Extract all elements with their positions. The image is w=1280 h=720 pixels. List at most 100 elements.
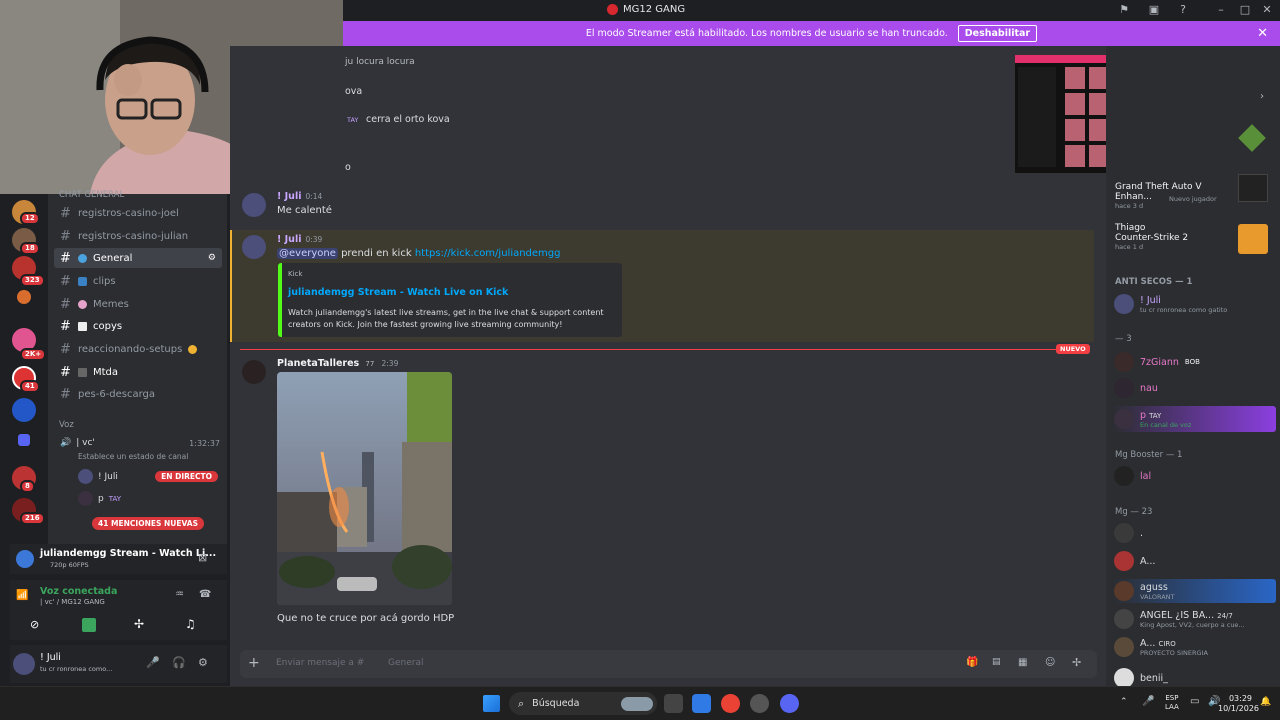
activity-card[interactable]: Thiago Counter-Strike 2 hace 1 d — [1115, 223, 1235, 251]
member-item[interactable]: A... CIRO PROYECTO SINERGIA — [1114, 637, 1274, 657]
avatar[interactable] — [13, 653, 35, 675]
disconnect-icon[interactable]: ☎ — [199, 589, 211, 600]
screen-share-icon[interactable] — [82, 618, 96, 632]
everyone-mention[interactable]: @everyone — [277, 248, 338, 259]
member-item[interactable]: lal — [1114, 466, 1274, 486]
message-author[interactable]: ! Juli — [277, 234, 301, 245]
user-settings-icon[interactable]: ⚙ — [198, 656, 208, 669]
server-icon[interactable] — [17, 290, 31, 304]
gif-icon[interactable]: ▤ — [992, 657, 1001, 667]
avatar — [1114, 409, 1134, 429]
message-link[interactable]: https://kick.com/juliandemgg — [415, 248, 561, 259]
voice-channel-status[interactable]: Establece un estado de canal — [78, 452, 188, 461]
avatar — [1114, 378, 1134, 398]
close-window-icon[interactable]: ✕ — [1260, 3, 1274, 17]
channel-clips[interactable]: # clips — [54, 271, 222, 291]
category-voice[interactable]: Voz — [59, 420, 74, 430]
screen-icon[interactable]: ▣ — [1147, 3, 1161, 17]
message-author[interactable]: PlanetaTalleres — [277, 358, 359, 369]
channel-pes-6-descarga[interactable]: # pes-6-descarga — [54, 384, 222, 404]
channel-reaccionando-setups[interactable]: # reaccionando-setups — [54, 339, 222, 359]
soundboard-icon[interactable]: ♫ — [185, 617, 196, 631]
microphone-icon[interactable]: 🎤 — [146, 656, 160, 669]
settings-icon[interactable]: ⚙ — [208, 253, 216, 263]
task-view-icon[interactable] — [664, 694, 683, 713]
add-attachment-icon[interactable]: + — [248, 655, 260, 671]
discord-icon[interactable] — [780, 694, 799, 713]
chevron-up-icon[interactable]: ⌃ — [1120, 697, 1128, 707]
sticker-icon[interactable]: ▦ — [1018, 657, 1027, 668]
channel-mtda[interactable]: # Mtda — [54, 362, 222, 382]
apps-icon[interactable]: ✢ — [1072, 656, 1081, 669]
notifications-icon[interactable]: 🔔 — [1260, 697, 1271, 707]
member-item[interactable]: nau — [1114, 378, 1274, 398]
minimize-icon[interactable]: – — [1214, 3, 1228, 17]
image-attachment[interactable] — [277, 372, 452, 605]
activity-card[interactable]: Grand Theft Auto V Enhan... hace 3 d Nue… — [1115, 182, 1235, 210]
help-icon[interactable]: ? — [1176, 3, 1190, 17]
member-item[interactable]: aguss VALORANT — [1112, 579, 1276, 603]
emoji-icon[interactable]: ☺ — [1045, 657, 1055, 668]
server-badge: 8 — [20, 480, 35, 493]
avatar[interactable] — [242, 360, 266, 384]
microphone-icon[interactable]: 🎤 — [1142, 696, 1154, 707]
server-logo-icon — [607, 4, 618, 15]
server-badge: 12 — [20, 212, 40, 225]
app-icon[interactable] — [750, 694, 769, 713]
language-indicator[interactable]: ESP LAA — [1165, 694, 1179, 712]
avatar[interactable] — [242, 235, 266, 259]
taskbar-search[interactable]: ⌕ Búsqueda — [509, 692, 657, 715]
server-icon[interactable] — [18, 434, 30, 446]
voice-user[interactable]: p TAY — [78, 491, 121, 506]
category-chat-general[interactable]: CHAT GENERAL — [59, 190, 124, 200]
gift-icon[interactable]: 🎁 — [966, 657, 978, 668]
voice-user[interactable]: ! Juli EN DIRECTO — [78, 469, 218, 484]
reply-preview[interactable]: ju locura locura — [345, 57, 415, 67]
avatar[interactable] — [242, 193, 266, 217]
embed-title-link[interactable]: juliandemgg Stream - Watch Live on Kick — [288, 287, 508, 298]
avatar — [1114, 581, 1134, 601]
member-item[interactable]: A... — [1114, 551, 1274, 571]
new-mentions-pill[interactable]: 41 MENCIONES NUEVAS — [92, 517, 204, 530]
member-item[interactable]: . — [1114, 523, 1274, 543]
channel-memes[interactable]: # Memes — [54, 294, 222, 314]
member-item[interactable]: ANGEL ¿IS BA... 24/7 King Apost, VV2, cue… — [1114, 609, 1274, 629]
inbox-icon[interactable]: ⚑ — [1117, 3, 1131, 17]
message-text: o — [345, 162, 351, 173]
chrome-icon[interactable] — [721, 694, 740, 713]
headphones-icon[interactable]: 🎧 — [172, 656, 186, 669]
avatar — [78, 491, 93, 506]
message-composer[interactable]: + Enviar mensaje a # General 🎁 ▤ ▦ ☺ ✢ — [240, 650, 1097, 678]
member-item[interactable]: ! Juli tu cr ronronea como gatito — [1114, 294, 1274, 314]
network-icon[interactable]: ▭ — [1190, 696, 1199, 707]
member-group-label: Mg — 23 — [1115, 507, 1153, 517]
maximize-icon[interactable]: □ — [1238, 3, 1252, 17]
windows-start-icon[interactable] — [483, 695, 500, 712]
close-banner-icon[interactable]: ✕ — [1257, 26, 1268, 41]
chevron-right-icon[interactable]: › — [1260, 91, 1264, 102]
channel-registros-casino-joel[interactable]: # registros-casino-joel — [54, 203, 222, 223]
voice-channel[interactable]: 🔊 | vc' 1:32:37 — [60, 438, 220, 448]
chrome-icon — [16, 550, 34, 568]
member-item[interactable]: benii_ — [1114, 668, 1274, 688]
clock[interactable]: 03:29 10/1/2026 — [1218, 694, 1259, 714]
channel-copys[interactable]: # copys — [54, 316, 222, 336]
message-author[interactable]: ! Juli — [277, 191, 301, 202]
stop-stream-icon[interactable]: ⊠ — [198, 551, 207, 564]
member-item[interactable]: 7zGiann BOB — [1114, 352, 1274, 372]
server-icon[interactable] — [12, 398, 36, 422]
camera-off-icon[interactable]: ⊘ — [30, 618, 44, 632]
message-text: @everyone prendi en kick https://kick.co… — [277, 248, 561, 259]
server-badge: 216 — [20, 512, 45, 525]
message-text: Me calenté — [277, 205, 332, 216]
app-icon[interactable] — [692, 694, 711, 713]
channel-registros-casino-julian[interactable]: # registros-casino-julian — [54, 226, 222, 246]
channel-general[interactable]: # General ⚙ — [54, 248, 222, 268]
search-icon: ⌕ — [518, 696, 525, 710]
noise-suppression-icon[interactable]: ♒ — [175, 589, 184, 600]
message-text: ova — [345, 86, 363, 97]
disable-streamer-button[interactable]: Deshabilitar — [957, 25, 1038, 42]
member-item[interactable]: p TAY En canal de voz — [1112, 406, 1276, 432]
activities-icon[interactable]: ✢ — [134, 617, 144, 631]
signal-icon[interactable]: 📶 — [16, 590, 28, 601]
